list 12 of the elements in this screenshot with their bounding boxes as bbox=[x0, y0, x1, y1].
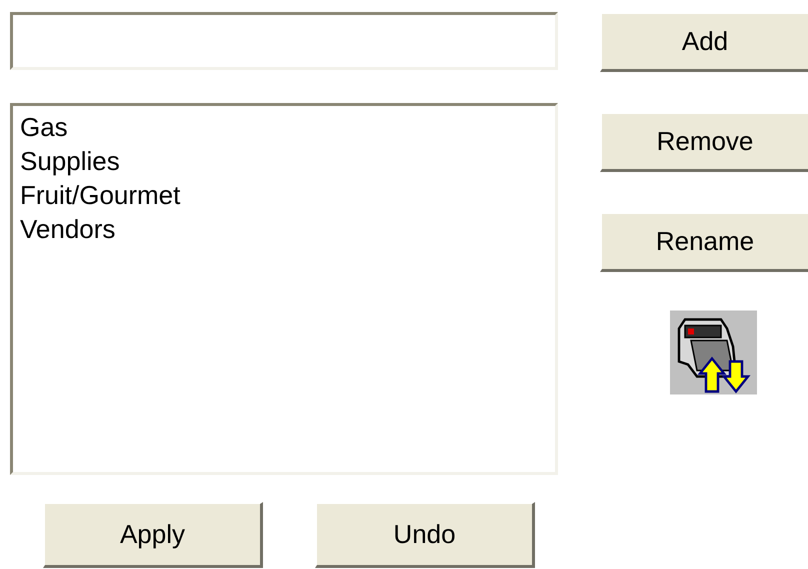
terminal-arrows-icon[interactable] bbox=[670, 310, 757, 395]
list-item[interactable]: Fruit/Gourmet bbox=[20, 178, 548, 212]
text-field[interactable] bbox=[10, 12, 558, 70]
list-box[interactable]: Gas Supplies Fruit/Gourmet Vendors bbox=[10, 103, 558, 475]
remove-button[interactable]: Remove bbox=[600, 112, 808, 172]
apply-button[interactable]: Apply bbox=[43, 502, 263, 568]
list-item[interactable]: Gas bbox=[20, 110, 548, 144]
undo-button[interactable]: Undo bbox=[315, 502, 535, 568]
rename-button[interactable]: Rename bbox=[600, 212, 808, 272]
add-button[interactable]: Add bbox=[600, 12, 808, 72]
list-item[interactable]: Supplies bbox=[20, 144, 548, 178]
list-item[interactable]: Vendors bbox=[20, 212, 548, 246]
